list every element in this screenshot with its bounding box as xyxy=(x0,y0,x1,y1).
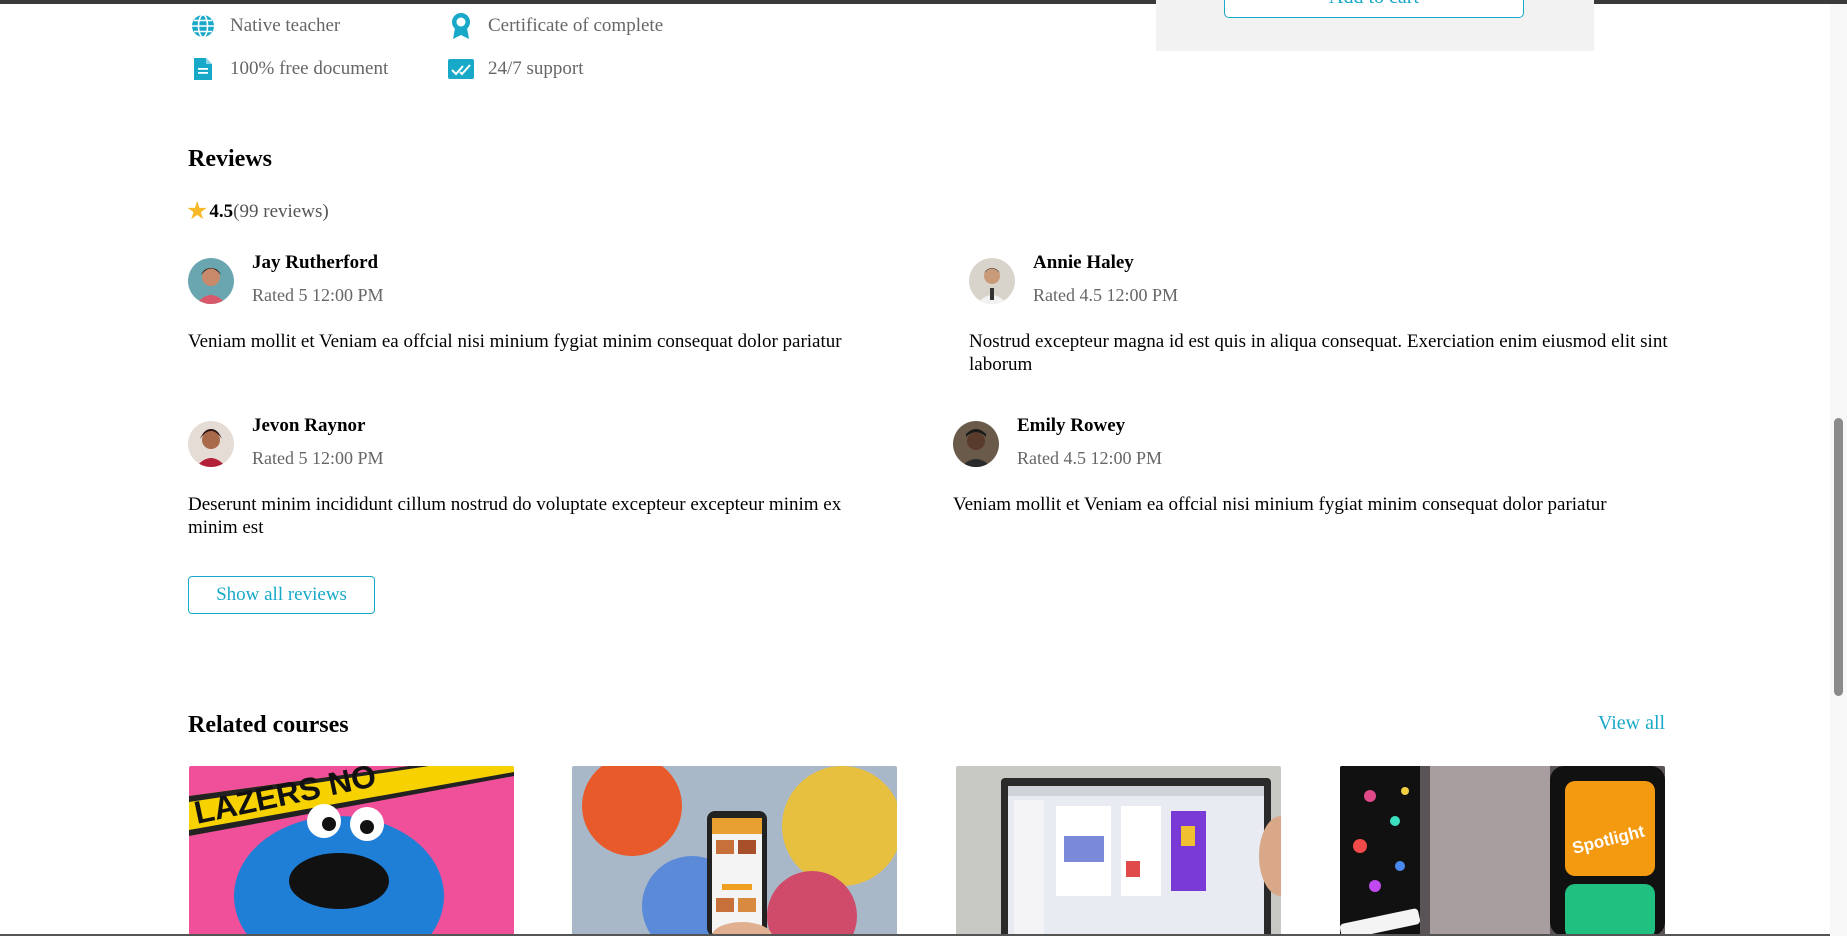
rating-summary: ★ 4.5 (99 reviews) xyxy=(186,199,329,224)
review-text: Nostrud excepteur magna id est quis in a… xyxy=(969,331,1668,375)
course-thumbnail: Spotlight xyxy=(1340,766,1665,936)
reviewer-name: Emily Rowey xyxy=(1017,415,1126,436)
add-to-cart-button[interactable]: Add to cart xyxy=(1224,0,1524,18)
rating-count: (99 reviews) xyxy=(233,200,329,222)
avatar xyxy=(969,258,1015,304)
reviews-title: Reviews xyxy=(188,146,272,172)
review-meta: Rated 5 12:00 PM xyxy=(252,448,384,468)
show-all-reviews-button[interactable]: Show all reviews xyxy=(188,576,375,614)
feature-certificate: Certificate of complete xyxy=(446,11,663,41)
document-icon xyxy=(188,54,218,84)
course-card[interactable] xyxy=(956,766,1281,936)
cart-panel: Add to cart xyxy=(1156,0,1594,51)
feature-label: Certificate of complete xyxy=(488,15,664,36)
ribbon-icon xyxy=(446,11,476,41)
feature-label: Native teacher xyxy=(230,15,341,36)
review-text: Veniam mollit et Veniam ea offcial nisi … xyxy=(188,331,842,352)
reviewer-name: Jevon Raynor xyxy=(252,415,366,436)
related-courses-title: Related courses xyxy=(188,712,349,738)
check-chart-icon xyxy=(446,54,476,84)
review-meta: Rated 4.5 12:00 PM xyxy=(1017,448,1163,468)
page-scrollbar[interactable] xyxy=(1830,4,1847,936)
avatar xyxy=(188,258,234,304)
avatar xyxy=(953,421,999,467)
feature-native-teacher: Native teacher xyxy=(188,11,340,41)
course-thumbnail: LAZERS NO xyxy=(189,766,514,936)
course-card[interactable] xyxy=(572,766,897,936)
scrollbar-thumb[interactable] xyxy=(1834,418,1843,696)
feature-support: 24/7 support xyxy=(446,54,584,84)
course-card[interactable]: LAZERS NO xyxy=(189,766,514,936)
course-card[interactable]: Spotlight xyxy=(1340,766,1665,936)
star-icon: ★ xyxy=(186,198,209,225)
review-meta: Rated 4.5 12:00 PM xyxy=(1033,285,1179,305)
reviewer-name: Annie Haley xyxy=(1033,252,1134,273)
view-all-link[interactable]: View all xyxy=(1598,712,1665,735)
feature-label: 24/7 support xyxy=(488,58,584,79)
review-text: Deserunt minim incididunt cillum nostrud… xyxy=(188,494,842,538)
avatar xyxy=(188,421,234,467)
review-text: Veniam mollit et Veniam ea offcial nisi … xyxy=(953,494,1607,515)
feature-free-document: 100% free document xyxy=(188,54,388,84)
rating-value: 4.5 xyxy=(209,200,234,222)
feature-label: 100% free document xyxy=(230,58,389,79)
reviewer-name: Jay Rutherford xyxy=(252,252,379,273)
course-thumbnail xyxy=(572,766,897,936)
review-meta: Rated 5 12:00 PM xyxy=(252,285,384,305)
course-thumbnail xyxy=(956,766,1281,936)
globe-icon xyxy=(188,11,218,41)
